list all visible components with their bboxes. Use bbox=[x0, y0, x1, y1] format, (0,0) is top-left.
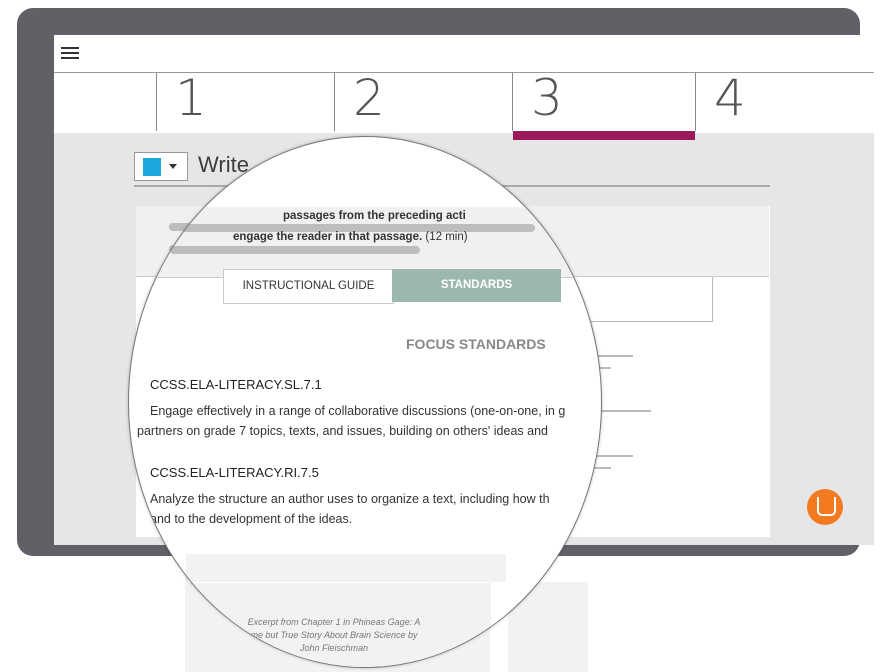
chat-button[interactable] bbox=[807, 489, 843, 525]
step-number: 3 bbox=[531, 69, 563, 127]
instruction-text: passages from the preceding acti bbox=[283, 210, 466, 222]
focus-standards-heading: FOCUS STANDARDS bbox=[406, 336, 546, 352]
duration-text: (12 min) bbox=[425, 231, 468, 243]
caption-line: John Fleischman bbox=[299, 643, 369, 653]
excerpt-caption: Excerpt from Chapter 1 in Phineas Gage: … bbox=[225, 616, 443, 655]
magnifier-lens: passages from the preceding acti engage … bbox=[128, 136, 602, 668]
instruction-text: engage the reader in that passage. (12 m… bbox=[233, 231, 468, 243]
step-3[interactable]: 3 bbox=[512, 69, 695, 140]
caption-line: Excerpt from Chapter 1 in Phineas Gage: … bbox=[247, 617, 421, 627]
top-bar bbox=[54, 35, 874, 73]
step-navigation: 1 2 3 4 bbox=[54, 69, 874, 140]
tab-standards[interactable]: STANDARDS bbox=[392, 269, 561, 302]
page-divider bbox=[491, 583, 509, 667]
standard-description: partners on grade 7 topics, texts, and i… bbox=[137, 424, 548, 438]
standard-description: Analyze the structure an author uses to … bbox=[150, 492, 550, 506]
standard-description: and to the development of the ideas. bbox=[150, 512, 353, 526]
card-bottom bbox=[137, 538, 601, 554]
instruction-bold: engage the reader in that passage. bbox=[233, 231, 423, 243]
step-1[interactable]: 1 bbox=[156, 69, 333, 131]
standard-code: CCSS.ELA-LITERACY.SL.7.1 bbox=[150, 377, 322, 392]
standard-code: CCSS.ELA-LITERACY.RI.7.5 bbox=[150, 465, 319, 480]
step-number: 2 bbox=[353, 69, 385, 127]
placeholder-line bbox=[170, 246, 420, 254]
page-strip bbox=[186, 554, 506, 582]
caption-line: me but True Story About Brain Science by bbox=[250, 630, 418, 640]
step-number: 1 bbox=[175, 69, 207, 127]
step-4[interactable]: 4 bbox=[695, 69, 874, 131]
step-2[interactable]: 2 bbox=[334, 69, 511, 131]
step-number: 4 bbox=[714, 69, 746, 127]
tab-instructional-guide[interactable]: INSTRUCTIONAL GUIDE bbox=[223, 269, 394, 304]
menu-icon[interactable] bbox=[61, 47, 79, 61]
standard-description: Engage effectively in a range of collabo… bbox=[150, 404, 566, 418]
